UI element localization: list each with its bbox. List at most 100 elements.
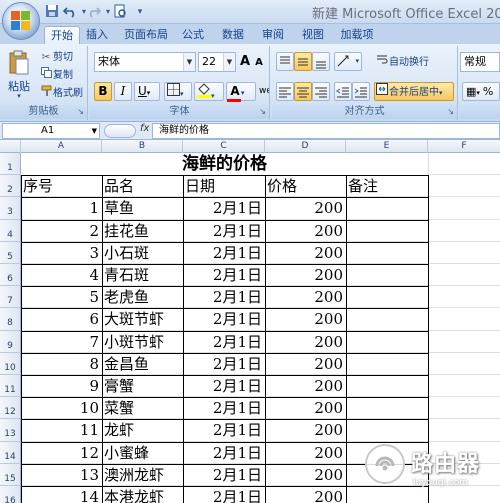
cell-name[interactable]: 金昌鱼: [102, 353, 183, 375]
column-header-d[interactable]: D: [265, 140, 346, 153]
office-button[interactable]: [2, 2, 40, 40]
cell-date[interactable]: 2月1日: [183, 264, 265, 286]
cell-name[interactable]: 膏蟹: [102, 375, 183, 397]
select-all-corner[interactable]: [0, 140, 21, 153]
cell-price[interactable]: 200: [265, 308, 346, 330]
paste-button[interactable]: 粘贴 ▾: [4, 48, 34, 104]
row-header[interactable]: 8: [0, 308, 21, 331]
tab-data[interactable]: 数据: [218, 26, 248, 44]
dialog-launcher-icon[interactable]: ↘: [77, 105, 84, 119]
number-format-select[interactable]: 常规: [460, 52, 500, 72]
underline-button[interactable]: U▾: [134, 82, 160, 101]
cell-price[interactable]: 200: [265, 375, 346, 397]
cell-price[interactable]: 200: [265, 486, 346, 503]
cell-name[interactable]: 挂花鱼: [102, 220, 183, 242]
header-cell-notes[interactable]: 备注: [346, 175, 428, 197]
cell-no[interactable]: 5: [21, 286, 102, 308]
cell-notes[interactable]: [346, 197, 428, 219]
fill-color-button[interactable]: ▾: [194, 82, 224, 101]
cell-name[interactable]: 小石斑: [102, 242, 183, 264]
cell-date[interactable]: 2月1日: [183, 486, 265, 503]
cell-no[interactable]: 11: [21, 419, 102, 441]
cell-notes[interactable]: [346, 353, 428, 375]
cell-price[interactable]: 200: [265, 419, 346, 441]
cell-name[interactable]: 小蜜蜂: [102, 442, 183, 464]
cell-name[interactable]: 大斑节虾: [102, 308, 183, 330]
insert-function-icon[interactable]: fx: [140, 123, 149, 134]
align-right-icon[interactable]: [312, 82, 330, 101]
row-header[interactable]: 9: [0, 330, 21, 353]
cell-notes[interactable]: [346, 375, 428, 397]
align-bottom-icon[interactable]: [312, 52, 330, 71]
cell-date[interactable]: 2月1日: [183, 464, 265, 486]
header-cell-date[interactable]: 日期: [183, 175, 265, 197]
align-middle-icon[interactable]: [294, 52, 312, 71]
row-header[interactable]: 4: [0, 219, 21, 242]
italic-button[interactable]: I: [114, 82, 132, 101]
dialog-launcher-icon[interactable]: ↘: [259, 105, 266, 119]
dialog-launcher-icon[interactable]: ↘: [447, 105, 454, 119]
cell-notes[interactable]: [346, 242, 428, 264]
cell-no[interactable]: 10: [21, 397, 102, 419]
column-header-c[interactable]: C: [183, 140, 265, 153]
cell-price[interactable]: 200: [265, 442, 346, 464]
cell-date[interactable]: 2月1日: [183, 375, 265, 397]
header-cell-price[interactable]: 价格: [265, 175, 346, 197]
formula-input[interactable]: 海鲜的价格: [152, 123, 500, 139]
column-header-e[interactable]: E: [346, 140, 428, 153]
cell-name[interactable]: 澳洲龙虾: [102, 464, 183, 486]
row-header[interactable]: 2: [0, 175, 21, 198]
format-painter-button[interactable]: 格式刷: [38, 84, 84, 103]
font-name-select[interactable]: 宋体 ▼: [94, 52, 196, 72]
cell-name[interactable]: 本港龙虾: [102, 486, 183, 503]
row-header[interactable]: 13: [0, 419, 21, 442]
cell-date[interactable]: 2月1日: [183, 308, 265, 330]
row-header[interactable]: 14: [0, 441, 21, 464]
cell-price[interactable]: 200: [265, 242, 346, 264]
column-header-b[interactable]: B: [102, 140, 183, 153]
tab-view[interactable]: 视图: [298, 26, 328, 44]
column-header-f[interactable]: F: [428, 140, 500, 153]
row-header[interactable]: 11: [0, 375, 21, 398]
cell-notes[interactable]: [346, 286, 428, 308]
customize-toolbar-icon[interactable]: ▾: [132, 4, 148, 20]
cell-date[interactable]: 2月1日: [183, 442, 265, 464]
formula-expand-handle[interactable]: [104, 124, 136, 138]
header-cell-name[interactable]: 品名: [102, 175, 183, 197]
cell-notes[interactable]: [346, 264, 428, 286]
row-header[interactable]: 10: [0, 352, 21, 375]
row-header[interactable]: 5: [0, 241, 21, 264]
cell-no[interactable]: 2: [21, 220, 102, 242]
cell-no[interactable]: 13: [21, 464, 102, 486]
wrap-text-button[interactable]: 自动换行: [374, 52, 430, 71]
tab-review[interactable]: 审阅: [258, 26, 288, 44]
sheet-title-merged-cell[interactable]: 海鲜的价格: [21, 153, 428, 175]
tab-formulas[interactable]: 公式: [178, 26, 208, 44]
cell-no[interactable]: 12: [21, 442, 102, 464]
save-icon[interactable]: [44, 4, 60, 20]
tab-addins[interactable]: 加载项: [336, 26, 378, 44]
copy-button[interactable]: 复制: [38, 66, 74, 85]
row-header[interactable]: 15: [0, 463, 21, 486]
cell-name[interactable]: 菜蟹: [102, 397, 183, 419]
font-color-button[interactable]: A ▾: [226, 82, 256, 102]
align-top-icon[interactable]: [276, 52, 294, 71]
cell-date[interactable]: 2月1日: [183, 220, 265, 242]
row-header[interactable]: 12: [0, 397, 21, 420]
cell-no[interactable]: 1: [21, 197, 102, 219]
orientation-icon[interactable]: ▾: [334, 52, 362, 71]
print-preview-icon[interactable]: [112, 4, 128, 20]
cell-notes[interactable]: [346, 308, 428, 330]
cell-no[interactable]: 6: [21, 308, 102, 330]
cell-name[interactable]: 小斑节虾: [102, 331, 183, 353]
borders-button[interactable]: ▾: [164, 82, 192, 101]
cell-date[interactable]: 2月1日: [183, 353, 265, 375]
tab-home[interactable]: 开始: [44, 26, 80, 44]
cell-name[interactable]: 老虎鱼: [102, 286, 183, 308]
decrease-indent-icon[interactable]: [334, 82, 352, 101]
cell-date[interactable]: 2月1日: [183, 419, 265, 441]
cell-name[interactable]: 青石斑: [102, 264, 183, 286]
bold-button[interactable]: B: [94, 82, 112, 101]
cell-notes[interactable]: [346, 397, 428, 419]
cell-price[interactable]: 200: [265, 464, 346, 486]
